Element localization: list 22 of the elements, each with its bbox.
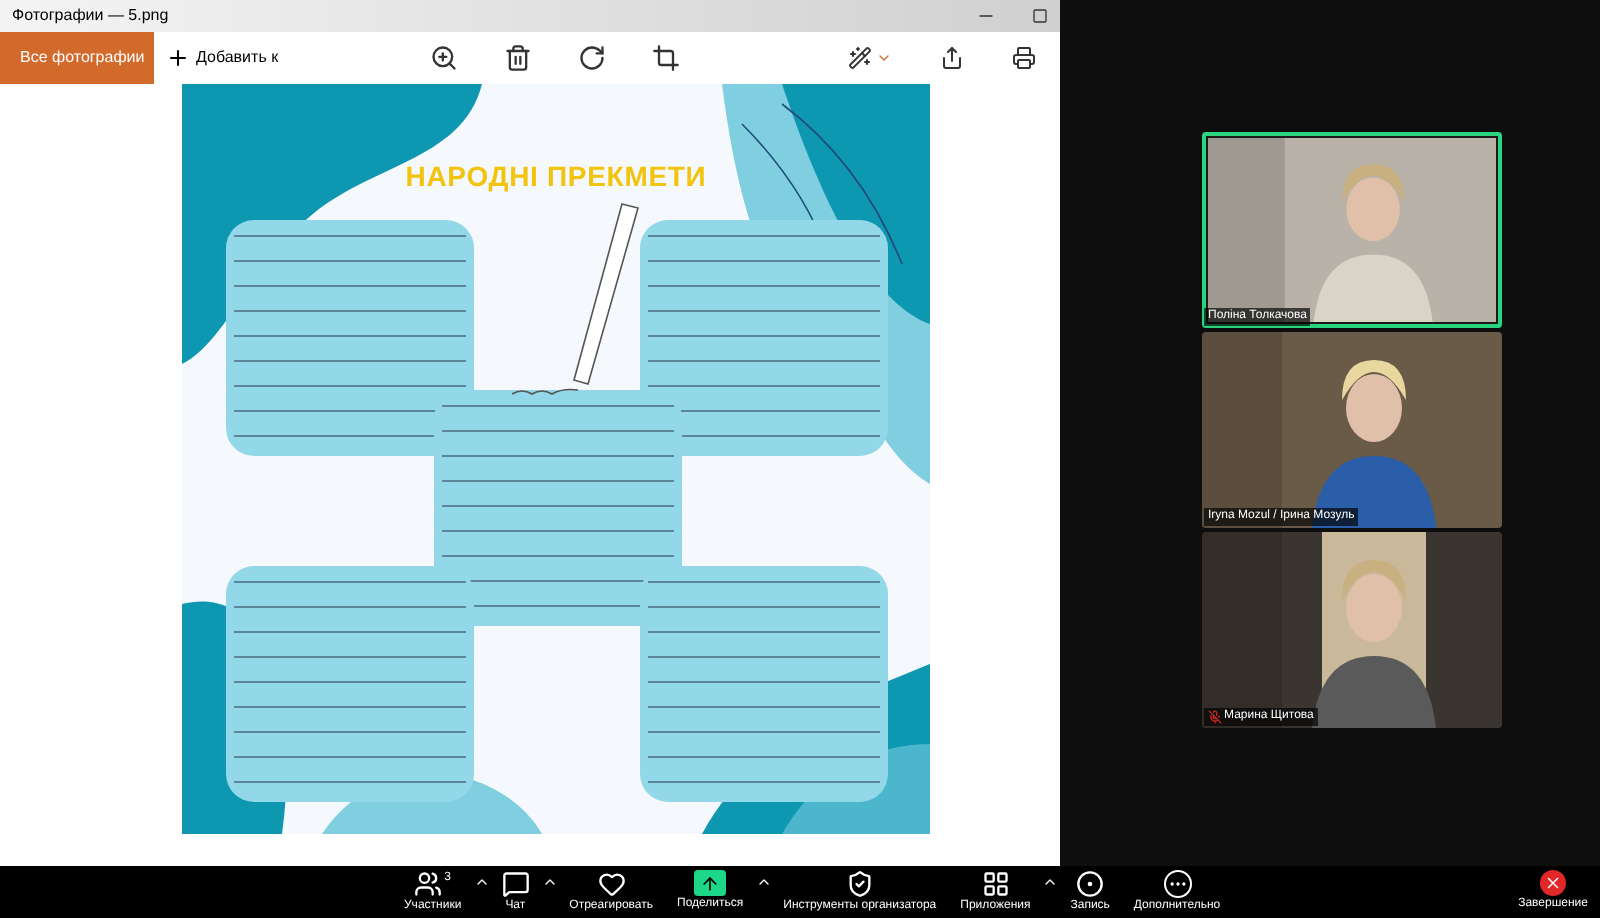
rotate-icon[interactable]	[578, 44, 607, 72]
participants-icon	[414, 869, 443, 897]
plus-icon	[166, 46, 190, 70]
trash-icon[interactable]	[504, 44, 533, 72]
edit-icon[interactable]	[848, 46, 872, 70]
end-icon	[1540, 870, 1567, 896]
share-icon[interactable]	[940, 46, 964, 70]
record-icon	[1076, 869, 1105, 897]
all-photos-button[interactable]: Все фотографии	[0, 32, 154, 84]
maximize-icon[interactable]	[1032, 8, 1048, 24]
worksheet-title: НАРОДНІ ПРЕКМЕТИ	[405, 158, 707, 196]
crop-icon[interactable]	[652, 44, 681, 72]
zoom-in-icon[interactable]	[430, 44, 459, 72]
heart-icon	[597, 869, 626, 897]
add-to-button[interactable]: Добавить к	[166, 46, 279, 70]
shield-icon	[845, 869, 874, 897]
more-icon	[1163, 869, 1192, 897]
print-icon[interactable]	[1012, 46, 1036, 70]
chat-icon	[501, 869, 530, 897]
window-title: Фотографии — 5.png	[12, 4, 169, 28]
apps-icon	[981, 869, 1010, 897]
caret-icon[interactable]	[755, 874, 772, 890]
